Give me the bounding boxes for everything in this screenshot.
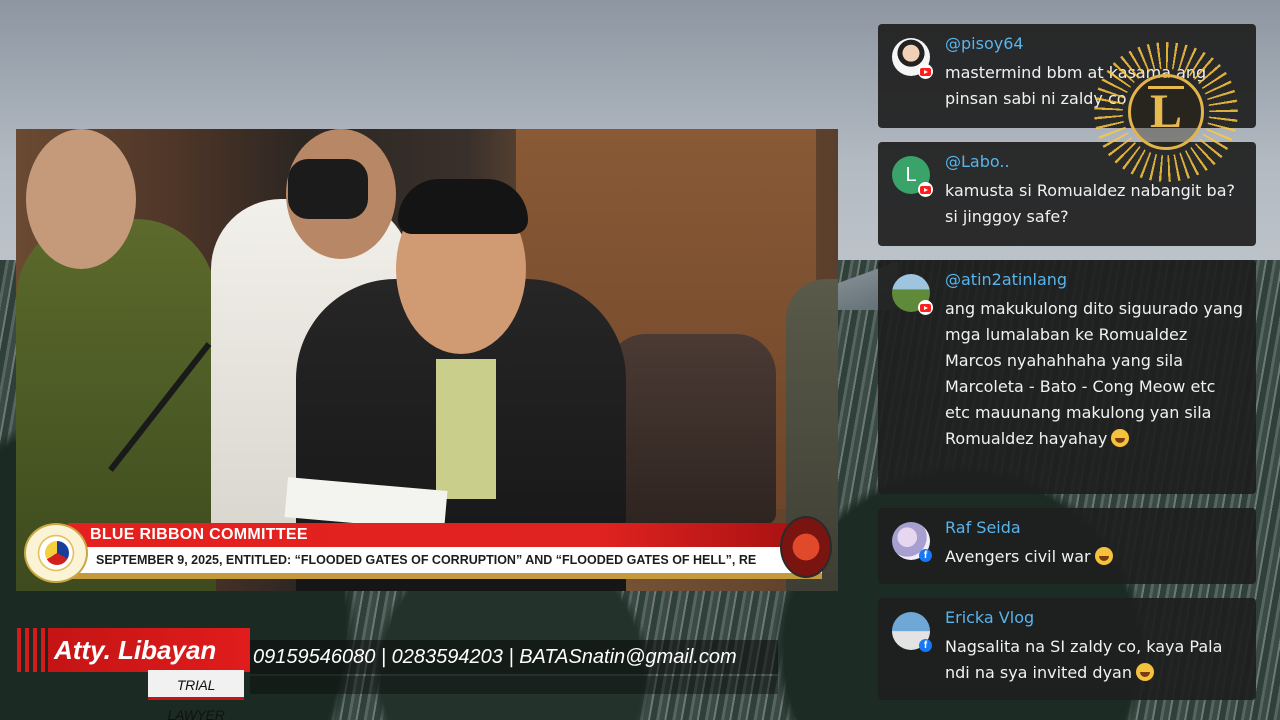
chat-author: Ericka Vlog — [945, 608, 1035, 627]
chat-text: Avengers civil war — [945, 547, 1091, 566]
facebook-icon: f — [919, 549, 932, 562]
law-scales-logo-icon: L — [1092, 42, 1240, 182]
brand-name: Atty. Libayan — [54, 635, 217, 665]
brand-tagline: TRIAL LAWYER — [167, 677, 225, 720]
lower-third-title: BLUE RIBBON COMMITTEE — [90, 526, 308, 543]
video-player[interactable] — [16, 129, 838, 591]
committee-seal-icon — [780, 516, 832, 578]
philippine-flag-seal-icon — [45, 541, 69, 565]
chat-text-wrap: ang makukulong dito siguurado yang mga l… — [945, 296, 1245, 452]
lower-third-subtitle: SEPTEMBER 9, 2025, ENTITLED: “FLOODED GA… — [96, 553, 757, 567]
chat-author: @pisoy64 — [945, 34, 1024, 53]
video-speaker-hair — [398, 179, 528, 234]
contact-underbar — [250, 676, 778, 694]
chat-message: f Raf Seida Avengers civil war — [878, 508, 1256, 584]
logo-letter: L — [1149, 85, 1182, 138]
chat-text: kamusta si Romualdez nabangit ba? si jin… — [945, 181, 1235, 226]
chat-message: @atin2atinlang ang makukulong dito siguu… — [878, 260, 1256, 494]
video-scene-chair — [606, 334, 776, 524]
youtube-icon — [920, 186, 931, 194]
video-person-left-head — [26, 129, 136, 269]
chat-text: Nagsalita na SI zaldy co, kaya Pala ndi … — [945, 637, 1223, 682]
youtube-icon — [920, 68, 931, 76]
chat-author: @atin2atinlang — [945, 270, 1068, 289]
chat-text: ang makukulong dito siguurado yang mga l… — [945, 299, 1243, 448]
youtube-icon — [920, 304, 931, 312]
contact-info: 09159546080 | 0283594203 | BATASnatin@gm… — [253, 646, 737, 668]
chat-message: f Ericka Vlog Nagsalita na SI zaldy co, … — [878, 598, 1256, 700]
video-face-mask — [288, 159, 368, 219]
laughing-emoji-icon — [1111, 429, 1130, 447]
facebook-icon: f — [919, 639, 932, 652]
chat-text-wrap: Nagsalita na SI zaldy co, kaya Pala ndi … — [945, 634, 1245, 686]
sweat-smile-emoji-icon — [1135, 663, 1154, 681]
chat-author: @Labo.. — [945, 152, 1010, 171]
chat-text-wrap: Avengers civil war — [945, 544, 1245, 570]
lower-third-strip — [68, 573, 822, 579]
video-speaker-shirt — [436, 359, 496, 499]
chat-author: Raf Seida — [945, 518, 1021, 537]
brand-stripes — [17, 628, 47, 672]
grinning-emoji-icon — [1094, 547, 1113, 565]
